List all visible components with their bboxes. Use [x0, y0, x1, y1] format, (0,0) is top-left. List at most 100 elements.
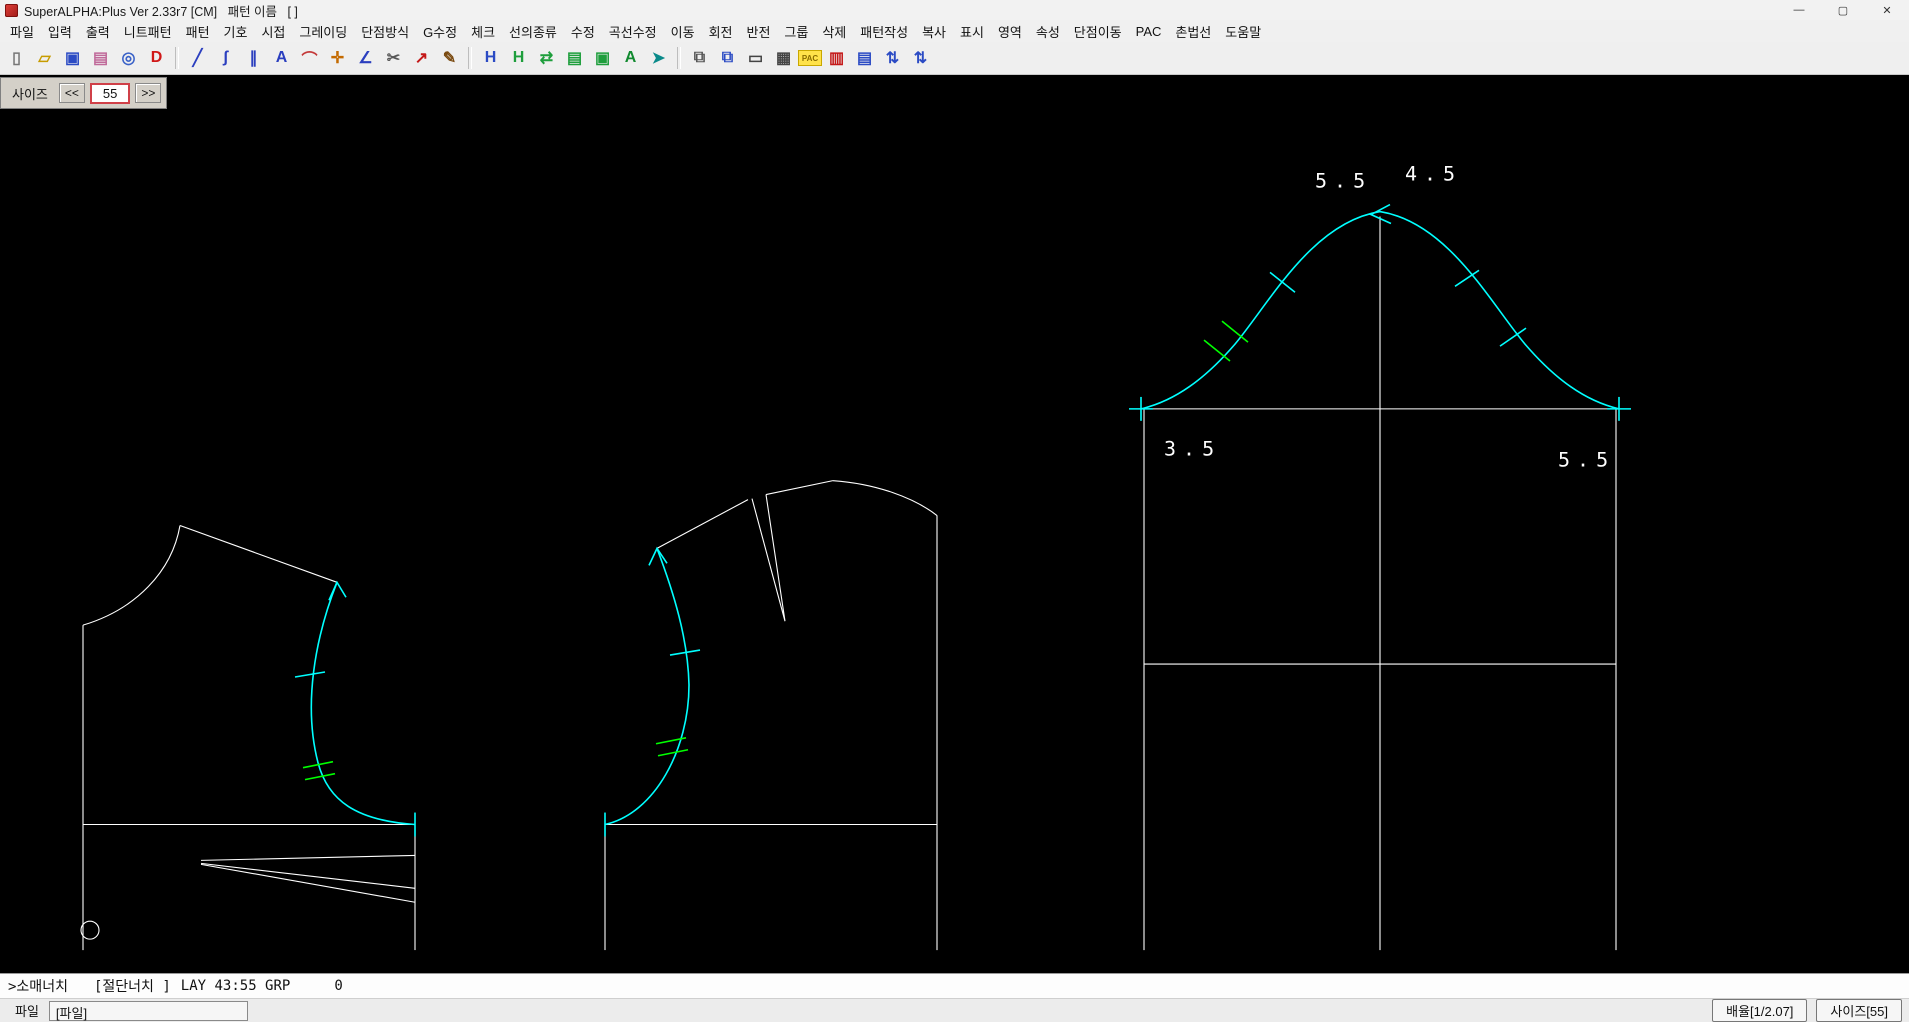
size-chip[interactable]: 사이즈[55]: [1816, 999, 1902, 1022]
front-dart-line-1[interactable]: [201, 855, 415, 860]
drawing-svg[interactable]: 5.5 4.5 3.5 5.5: [0, 75, 1909, 973]
menu-item[interactable]: 출력: [79, 20, 117, 43]
front-dart-line-2[interactable]: [201, 863, 415, 888]
bottom-right-chips: 배율[1/2.07] 사이즈[55]: [1712, 999, 1902, 1022]
front-neckline[interactable]: [83, 525, 180, 625]
menu-item[interactable]: 그레이딩: [292, 20, 354, 43]
back-neck-curve[interactable]: [833, 481, 937, 516]
size-bar: 사이즈 << 55 >>: [0, 77, 167, 109]
clipboard-icon[interactable]: ▤: [851, 45, 878, 72]
menu-item[interactable]: G수정: [416, 20, 464, 43]
swap-icon[interactable]: ⇄: [533, 45, 560, 72]
measurement-label: 4.5: [1405, 162, 1462, 186]
maximize-button[interactable]: ▢: [1821, 0, 1865, 20]
h-grade-blue-icon[interactable]: H: [477, 45, 504, 72]
back-notch-single: [670, 650, 700, 655]
menu-item[interactable]: 영역: [991, 20, 1029, 43]
file-field[interactable]: [파일]: [49, 1001, 248, 1021]
menu-item[interactable]: 단점방식: [354, 20, 416, 43]
delete-icon[interactable]: ▥: [823, 45, 850, 72]
pattern-d-icon[interactable]: D: [143, 45, 170, 72]
menu-item[interactable]: 복사: [915, 20, 953, 43]
size-prev-button[interactable]: <<: [59, 83, 85, 103]
menu-item[interactable]: 곡선수정: [602, 20, 664, 43]
pac-icon[interactable]: PAC: [798, 50, 822, 66]
scissors-icon[interactable]: ✂: [380, 45, 407, 72]
pattern-piece-front[interactable]: [81, 525, 415, 950]
zoom-ratio-chip[interactable]: 배율[1/2.07]: [1712, 999, 1807, 1022]
back-shoulder-dart[interactable]: [752, 495, 785, 622]
pattern-piece-back[interactable]: [605, 481, 937, 950]
menu-item[interactable]: 체크: [464, 20, 502, 43]
window-title: SuperALPHA:Plus Ver 2.33r7 [CM] 패턴 이름 [ …: [24, 1, 298, 20]
line-tool-icon[interactable]: ╱: [184, 45, 211, 72]
move-point-icon[interactable]: ✛: [324, 45, 351, 72]
front-dart-line-3[interactable]: [201, 864, 415, 902]
menu-item[interactable]: 삭제: [815, 20, 853, 43]
arc-tool-icon[interactable]: ⌒: [296, 45, 323, 72]
toolbar-separator: [468, 47, 472, 69]
front-shoulder-line[interactable]: [180, 525, 337, 582]
status-prompt: >소매너치: [8, 976, 68, 996]
print-icon[interactable]: ▤: [87, 45, 114, 72]
menu-item[interactable]: 패턴: [179, 20, 217, 43]
status-lay-info: LAY 43:55 GRP: [181, 978, 291, 994]
new-file-icon[interactable]: ▯: [3, 45, 30, 72]
canvas[interactable]: 5.5 4.5 3.5 5.5 사이즈 << 55 >>: [0, 75, 1909, 973]
window-icon[interactable]: ▭: [742, 45, 769, 72]
menu-item[interactable]: 그룹: [777, 20, 815, 43]
menu-item[interactable]: 속성: [1029, 20, 1067, 43]
menu-item[interactable]: 수정: [564, 20, 602, 43]
save-icon[interactable]: ▣: [59, 45, 86, 72]
parallel-tool-icon[interactable]: ∥: [240, 45, 267, 72]
menu-item[interactable]: 파일: [3, 20, 41, 43]
status-count: 0: [334, 978, 342, 994]
grade-a-icon[interactable]: A: [617, 45, 644, 72]
menu-item[interactable]: 회전: [702, 20, 740, 43]
toolbar: ▯▱▣▤◎D╱ʃ∥A⌒✛∠✂↗✎HH⇄▤▣A➤⧉⧉▭▦PAC▥▤⇅⇅: [0, 42, 1909, 75]
minimize-button[interactable]: —: [1777, 0, 1821, 20]
copy-window-icon[interactable]: ⧉: [686, 45, 713, 72]
file-menu-label[interactable]: 파일: [3, 1001, 49, 1020]
size-next-button[interactable]: >>: [135, 83, 161, 103]
text-tool-icon[interactable]: A: [268, 45, 295, 72]
layers-icon[interactable]: ⧉: [714, 45, 741, 72]
back-neck-line[interactable]: [766, 481, 833, 495]
grade-block-icon[interactable]: ▣: [589, 45, 616, 72]
menu-item[interactable]: 입력: [41, 20, 79, 43]
sort-arrows2-icon[interactable]: ⇅: [907, 45, 934, 72]
curve-tool-icon[interactable]: ʃ: [212, 45, 239, 72]
menu-item[interactable]: 패턴작성: [853, 20, 915, 43]
menu-item[interactable]: 기호: [217, 20, 255, 43]
back-shoulder-line[interactable]: [657, 500, 748, 549]
flip-icon[interactable]: ➤: [645, 45, 672, 72]
menu-item[interactable]: PAC: [1129, 22, 1169, 41]
menu-item[interactable]: 이동: [664, 20, 702, 43]
menu-item[interactable]: 단점이동: [1067, 20, 1129, 43]
pen-icon[interactable]: ✎: [436, 45, 463, 72]
menu-item[interactable]: 시접: [254, 20, 292, 43]
menu-item[interactable]: 니트패턴: [117, 20, 179, 43]
measurement-label: 3.5: [1164, 437, 1221, 461]
status-notch-type: [절단너치 ]: [94, 976, 171, 996]
menu-item[interactable]: 촌법선: [1168, 20, 1218, 43]
h-grade-green-icon[interactable]: H: [505, 45, 532, 72]
menu-item[interactable]: 표시: [953, 20, 991, 43]
titlebar: SuperALPHA:Plus Ver 2.33r7 [CM] 패턴 이름 [ …: [0, 0, 1909, 20]
back-armhole-curve[interactable]: [605, 548, 689, 824]
grade-table-icon[interactable]: ▤: [561, 45, 588, 72]
front-armhole-curve[interactable]: [311, 582, 415, 824]
dart-tool-icon[interactable]: ∠: [352, 45, 379, 72]
sort-arrows-icon[interactable]: ⇅: [879, 45, 906, 72]
menu-item[interactable]: 도움말: [1218, 20, 1268, 43]
pattern-piece-sleeve[interactable]: 5.5 4.5 3.5 5.5: [1129, 162, 1631, 950]
front-button-mark[interactable]: [81, 921, 99, 939]
size-value-field[interactable]: 55: [90, 83, 130, 104]
open-folder-icon[interactable]: ▱: [31, 45, 58, 72]
menu-item[interactable]: 반전: [739, 20, 777, 43]
measure-icon[interactable]: ↗: [408, 45, 435, 72]
zoom-icon[interactable]: ◎: [115, 45, 142, 72]
close-button[interactable]: ✕: [1865, 0, 1909, 20]
menu-item[interactable]: 선의종류: [502, 20, 564, 43]
grid-window-icon[interactable]: ▦: [770, 45, 797, 72]
